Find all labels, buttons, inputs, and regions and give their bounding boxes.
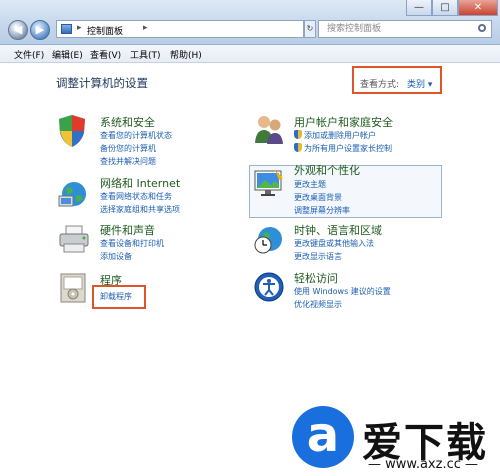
link-parental-controls-label: 为所有用户设置家长控制: [304, 144, 392, 153]
link-troubleshoot[interactable]: 查找并解决问题: [100, 156, 156, 167]
category-system-security[interactable]: 系统和安全: [100, 114, 155, 130]
menu-edit[interactable]: 编辑(E): [52, 48, 83, 61]
breadcrumb-control-panel[interactable]: 控制面板: [87, 24, 123, 37]
ease-of-access-icon[interactable]: [253, 271, 285, 303]
category-clock-language[interactable]: 时钟、语言和区域: [294, 222, 382, 238]
link-devices-printers[interactable]: 查看设备和打印机: [100, 238, 164, 249]
breadcrumb-separator[interactable]: ▸: [77, 23, 82, 33]
users-icon[interactable]: [252, 113, 286, 145]
search-input[interactable]: 搜索控制面板: [318, 20, 492, 38]
watermark-url: — www.axz.cc —: [368, 457, 479, 472]
appearance-monitor-icon[interactable]: [253, 168, 285, 198]
uac-shield-icon: [294, 130, 302, 139]
shield-icon[interactable]: [57, 114, 87, 148]
link-change-keyboard[interactable]: 更改键盘或其他输入法: [294, 238, 374, 249]
printer-icon[interactable]: [58, 224, 90, 254]
uac-shield-icon: [294, 143, 302, 152]
minimize-button[interactable]: —: [406, 0, 432, 16]
search-icon[interactable]: [478, 24, 486, 32]
link-add-remove-accounts[interactable]: 添加或删除用户帐户: [294, 130, 376, 141]
link-change-desktop-bg[interactable]: 更改桌面背景: [294, 192, 342, 203]
category-hardware-sound[interactable]: 硬件和声音: [100, 222, 155, 238]
view-by-label: 查看方式:: [360, 80, 400, 90]
link-display-language[interactable]: 更改显示语言: [294, 251, 342, 262]
breadcrumb-chevron-icon[interactable]: ▸: [143, 23, 148, 33]
category-user-accounts[interactable]: 用户帐户和家庭安全: [294, 114, 393, 130]
close-button[interactable]: ✕: [458, 0, 498, 16]
menu-help[interactable]: 帮助(H): [170, 48, 202, 61]
clock-globe-icon[interactable]: [253, 223, 285, 255]
control-panel-icon: [61, 24, 72, 34]
link-uninstall-program[interactable]: 卸载程序: [100, 291, 132, 302]
page-title: 调整计算机的设置: [56, 76, 148, 90]
link-add-remove-accounts-label: 添加或删除用户帐户: [304, 131, 376, 140]
address-bar[interactable]: ▸ 控制面板 ▸: [56, 20, 304, 38]
programs-icon[interactable]: [58, 270, 88, 304]
link-add-device[interactable]: 添加设备: [100, 251, 132, 262]
link-backup-computer[interactable]: 备份您的计算机: [100, 143, 156, 154]
link-optimize-visual[interactable]: 优化视频显示: [294, 299, 342, 310]
view-by-dropdown[interactable]: 类别 ▾: [407, 77, 432, 90]
back-button[interactable]: ◀: [8, 20, 28, 40]
category-ease-of-access[interactable]: 轻松访问: [294, 270, 338, 286]
menu-bar: 文件(F) 编辑(E) 查看(V) 工具(T) 帮助(H): [0, 45, 500, 63]
link-screen-resolution[interactable]: 调整屏幕分辨率: [294, 205, 350, 216]
category-network-internet[interactable]: 网络和 Internet: [100, 175, 180, 191]
link-network-status[interactable]: 查看网络状态和任务: [100, 191, 172, 202]
refresh-icon[interactable]: ↻: [304, 20, 316, 38]
link-view-computer-status[interactable]: 查看您的计算机状态: [100, 130, 172, 141]
link-parental-controls[interactable]: 为所有用户设置家长控制: [294, 143, 392, 154]
link-change-theme[interactable]: 更改主题: [294, 179, 326, 190]
category-appearance[interactable]: 外观和个性化: [294, 162, 360, 178]
menu-view[interactable]: 查看(V): [90, 48, 121, 61]
forward-button[interactable]: ▶: [30, 20, 50, 40]
link-homegroup-sharing[interactable]: 选择家庭组和共享选项: [100, 204, 180, 215]
menu-tools[interactable]: 工具(T): [130, 48, 161, 61]
maximize-button[interactable]: □: [432, 0, 458, 16]
menu-file[interactable]: 文件(F): [14, 48, 44, 61]
network-globe-icon[interactable]: [57, 178, 89, 210]
watermark-logo: a: [292, 406, 354, 468]
link-recommended-settings[interactable]: 使用 Windows 建议的设置: [294, 286, 391, 297]
